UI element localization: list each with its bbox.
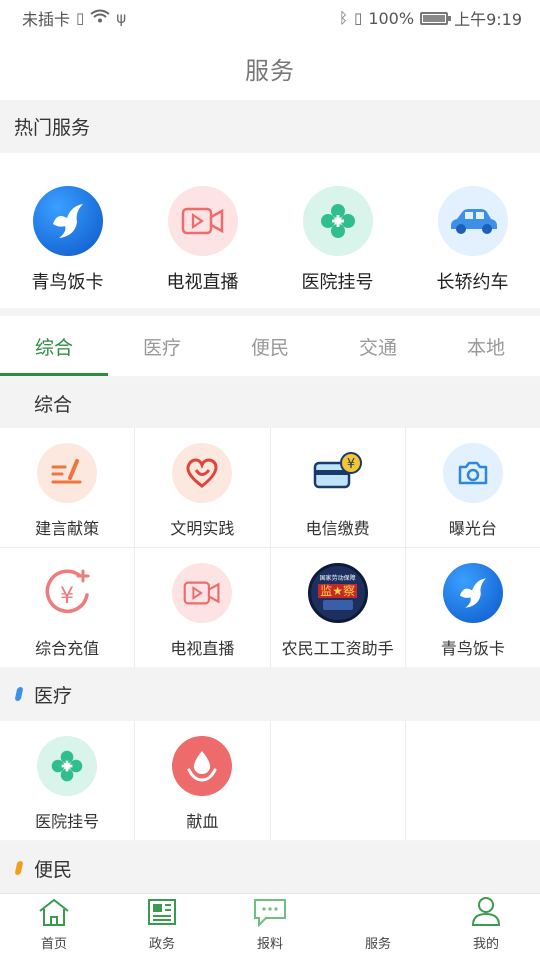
- svg-text:¥: ¥: [346, 457, 354, 472]
- service-label: 曝光台: [448, 519, 497, 538]
- medical-services-grid: 医院挂号 献血: [0, 721, 540, 840]
- hot-item-qingniao-card[interactable]: 青鸟饭卡: [0, 153, 135, 308]
- category-title-medical: 医疗: [0, 668, 540, 720]
- category-tabs: 综合 医疗 便民 交通 本地: [0, 316, 540, 376]
- nav-label: 政务: [148, 937, 175, 952]
- empty-cell: [270, 721, 405, 840]
- service-suggestion[interactable]: 建言献策: [0, 428, 135, 547]
- service-label: 文明实践: [170, 519, 235, 538]
- svg-text:¥: ¥: [60, 584, 74, 609]
- video-icon: [167, 186, 238, 256]
- nav-home[interactable]: 首页: [0, 894, 108, 960]
- service-recharge[interactable]: ¥ 综合充值: [0, 548, 135, 667]
- clock: 上午9:19: [454, 10, 522, 29]
- hot-item-label: 电视直播: [166, 272, 239, 293]
- battery-percent: 100%: [368, 8, 415, 28]
- tab-general[interactable]: 综合: [0, 316, 108, 376]
- page-header: 服务: [0, 36, 540, 100]
- labor-badge-icon: 国家劳动保障 监★察: [307, 563, 368, 623]
- bluetooth-icon: ᛒ: [339, 9, 349, 27]
- service-tv-live[interactable]: 电视直播: [135, 548, 270, 667]
- bird-icon: [442, 563, 503, 623]
- pen-note-icon: [37, 443, 98, 503]
- service-label: 献血: [186, 812, 219, 831]
- service-label: 电视直播: [170, 639, 235, 658]
- video-icon: [172, 563, 233, 623]
- car-icon: [437, 186, 508, 256]
- medical-cross-icon: [37, 736, 98, 796]
- vibrate-icon: ▯: [354, 9, 363, 27]
- service-blood-donation[interactable]: 献血: [135, 721, 270, 840]
- service-label: 电信缴费: [305, 519, 370, 538]
- nav-mine[interactable]: 我的: [432, 894, 540, 960]
- service-label: 建言献策: [35, 519, 100, 538]
- tab-local[interactable]: 本地: [432, 316, 540, 376]
- blood-drop-icon: [172, 736, 233, 796]
- status-bar: 未插卡 ▯ ψ ᛒ ▯ 100% 上午9:19: [0, 0, 540, 36]
- category-title-text: 综合: [34, 393, 73, 416]
- hot-services-title-bar: 热门服务: [0, 100, 540, 152]
- home-icon: [37, 897, 71, 931]
- service-qingniao-card[interactable]: 青鸟饭卡: [405, 548, 540, 667]
- nav-label: 我的: [472, 937, 499, 952]
- newspaper-icon: [146, 897, 178, 931]
- camera-icon: [442, 443, 503, 503]
- category-mark: [14, 687, 24, 701]
- card-payment-icon: ¥: [307, 443, 368, 503]
- nav-service[interactable]: 服务: [324, 894, 432, 960]
- battery-icon: [420, 11, 452, 25]
- service-label: 医院挂号: [35, 812, 100, 831]
- hot-item-label: 医院挂号: [301, 272, 374, 293]
- badge-base: [322, 600, 353, 610]
- usb-icon: ψ: [116, 9, 127, 27]
- badge-middle-text: 监★察: [318, 584, 357, 598]
- hot-services-title: 热门服务: [14, 116, 91, 139]
- service-label: 农民工工资助手: [281, 639, 394, 658]
- service-label: 综合充值: [35, 639, 100, 658]
- tab-convenience[interactable]: 便民: [216, 316, 324, 376]
- hot-item-car[interactable]: 长轿约车: [405, 153, 540, 308]
- chat-icon: [252, 897, 288, 931]
- heart-icon: [172, 443, 233, 503]
- sim-icon: ▯: [76, 9, 85, 27]
- page-title: 服务: [245, 56, 295, 85]
- category-title-convenience: 便民: [0, 842, 540, 894]
- tab-traffic[interactable]: 交通: [324, 316, 432, 376]
- category-title-text: 便民: [34, 858, 73, 881]
- hot-item-label: 长轿约车: [436, 272, 509, 293]
- nav-government[interactable]: 政务: [108, 894, 216, 960]
- nav-label: 首页: [40, 937, 67, 952]
- category-title-text: 医疗: [34, 684, 73, 707]
- category-mark: [14, 861, 24, 875]
- yuan-recharge-icon: ¥: [37, 563, 98, 623]
- badge-top-text: 国家劳动保障: [319, 575, 356, 582]
- hot-item-tv-live[interactable]: 电视直播: [135, 153, 270, 308]
- service-hospital[interactable]: 医院挂号: [0, 721, 135, 840]
- nav-label: 服务: [364, 937, 391, 952]
- service-telecom-payment[interactable]: ¥ 电信缴费: [270, 428, 405, 547]
- service-civilization[interactable]: 文明实践: [135, 428, 270, 547]
- tab-medical[interactable]: 医疗: [108, 316, 216, 376]
- bottom-navigation: 首页 政务 报料 服务 我的: [0, 893, 540, 960]
- general-services-grid: 建言献策 文明实践 ¥ 电信缴费 曝光台 ¥ 综合充值 电视直播 国家劳动保障: [0, 428, 540, 667]
- category-title-general: 综合: [0, 377, 540, 429]
- service-exposure[interactable]: 曝光台: [405, 428, 540, 547]
- bird-icon: [32, 186, 103, 256]
- wifi-icon: [90, 9, 110, 27]
- hot-services-grid: 青鸟饭卡 电视直播 医院挂号 长轿约车: [0, 153, 540, 308]
- service-migrant-wage[interactable]: 国家劳动保障 监★察 农民工工资助手: [270, 548, 405, 667]
- medical-cross-icon: [302, 186, 373, 256]
- hot-item-hospital[interactable]: 医院挂号: [270, 153, 405, 308]
- service-label: 青鸟饭卡: [440, 639, 505, 658]
- nav-label: 报料: [256, 937, 283, 952]
- nav-report[interactable]: 报料: [216, 894, 324, 960]
- person-icon: [469, 895, 503, 931]
- carrier-text: 未插卡: [22, 10, 71, 29]
- hot-item-label: 青鸟饭卡: [31, 272, 104, 293]
- empty-cell: [405, 721, 540, 840]
